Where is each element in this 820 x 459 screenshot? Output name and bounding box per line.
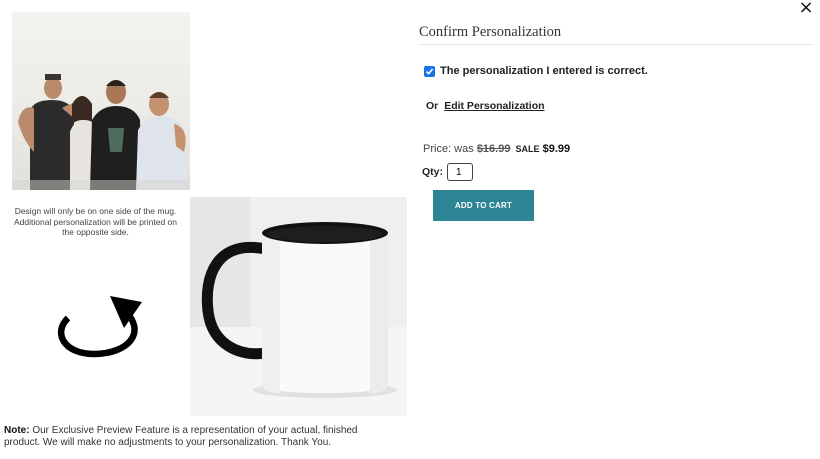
personalized-photo bbox=[12, 12, 190, 190]
qty-label: Qty: bbox=[422, 166, 443, 178]
close-button[interactable]: × bbox=[796, 0, 816, 18]
mug-preview bbox=[190, 197, 407, 416]
was-price: $16.99 bbox=[476, 143, 511, 155]
confirm-checkbox[interactable] bbox=[424, 65, 435, 77]
design-note: Design will only be on one side of the m… bbox=[13, 206, 178, 237]
confirm-title: Confirm Personalization bbox=[419, 24, 813, 45]
sale-price: $9.99 bbox=[542, 143, 571, 155]
price-row: Price: was $16.99 SALE $9.99 bbox=[423, 143, 570, 155]
add-to-cart-button[interactable]: ADD TO CART bbox=[433, 190, 534, 221]
confirm-checkbox-row[interactable]: The personalization I entered is correct… bbox=[424, 65, 648, 77]
rotate-icon[interactable] bbox=[48, 292, 148, 362]
qty-row: Qty: bbox=[422, 163, 473, 181]
group-photo-image bbox=[12, 74, 190, 190]
mug-image bbox=[190, 197, 407, 416]
price-label: Price: was bbox=[423, 143, 474, 155]
checkmark-icon bbox=[425, 67, 434, 75]
qty-input[interactable] bbox=[447, 163, 473, 181]
confirm-checkbox-label[interactable]: The personalization I entered is correct… bbox=[440, 65, 648, 77]
footnote-label: Note: bbox=[4, 425, 30, 436]
footnote-text: Our Exclusive Preview Feature is a repre… bbox=[4, 425, 358, 448]
edit-row: Or Edit Personalization bbox=[426, 100, 545, 112]
preview-footnote: Note: Our Exclusive Preview Feature is a… bbox=[4, 425, 394, 448]
sale-tag: SALE bbox=[515, 144, 540, 154]
edit-personalization-link[interactable]: Edit Personalization bbox=[444, 100, 544, 112]
or-label: Or bbox=[426, 100, 439, 112]
